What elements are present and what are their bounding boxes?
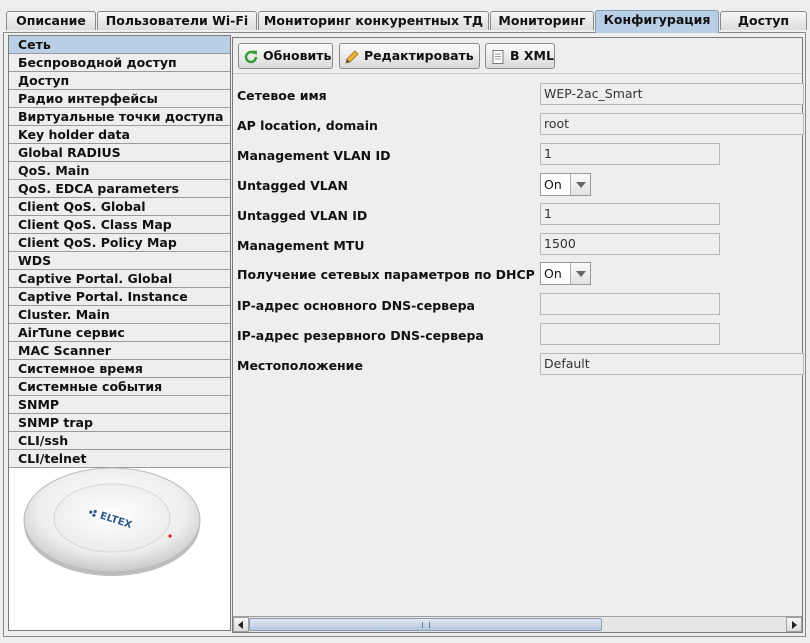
location-label: Местоположение bbox=[237, 358, 363, 373]
tab-wifi-users[interactable]: Пользователи Wi-Fi bbox=[97, 11, 257, 30]
access-point-illustration: ELTEX bbox=[23, 467, 201, 576]
network-settings-panel: Обновить Редактировать В XML Сетевое имя… bbox=[232, 37, 804, 633]
primary-dns-field[interactable] bbox=[540, 293, 720, 315]
tab-description[interactable]: Описание bbox=[6, 11, 96, 30]
tab-competitor-monitoring[interactable]: Мониторинг конкурентных ТД bbox=[258, 11, 489, 30]
sidebar-item-cluster-main[interactable]: Cluster. Main bbox=[9, 306, 230, 324]
sidebar-item-captive-portal-instance[interactable]: Captive Portal. Instance bbox=[9, 288, 230, 306]
refresh-button[interactable]: Обновить bbox=[238, 43, 333, 69]
untagged-vlan-label: Untagged VLAN bbox=[237, 178, 348, 193]
scroll-right-icon[interactable] bbox=[786, 617, 802, 632]
chevron-down-icon[interactable] bbox=[570, 263, 590, 284]
sidebar-item-access[interactable]: Доступ bbox=[9, 72, 230, 90]
network-name-label: Сетевое имя bbox=[237, 88, 327, 103]
toolbar: Обновить Редактировать В XML bbox=[233, 38, 802, 74]
tab-access[interactable]: Доступ bbox=[720, 11, 807, 30]
untagged-vlan-id-field[interactable]: 1 bbox=[540, 203, 720, 225]
sidebar-item-mac-scanner[interactable]: MAC Scanner bbox=[9, 342, 230, 360]
scroll-left-icon[interactable] bbox=[233, 617, 249, 632]
network-name-field[interactable]: WEP-2ac_Smart bbox=[540, 83, 804, 105]
sidebar-item-captive-portal-global[interactable]: Captive Portal. Global bbox=[9, 270, 230, 288]
mgmt-mtu-field[interactable]: 1500 bbox=[540, 233, 720, 255]
location-field[interactable]: Default bbox=[540, 353, 804, 375]
horizontal-scrollbar[interactable] bbox=[233, 616, 802, 632]
secondary-dns-field[interactable] bbox=[540, 323, 720, 345]
refresh-label: Обновить bbox=[263, 48, 332, 63]
sidebar-item-airtune[interactable]: AirTune сервис bbox=[9, 324, 230, 342]
grip-icon bbox=[422, 622, 430, 628]
secondary-dns-label: IP-адрес резервного DNS-сервера bbox=[237, 328, 484, 343]
sidebar-item-wireless-access[interactable]: Беспроводной доступ bbox=[9, 54, 230, 72]
status-led bbox=[168, 534, 172, 538]
primary-dns-label: IP-адрес основного DNS-сервера bbox=[237, 298, 475, 313]
document-icon bbox=[492, 49, 504, 64]
ap-location-field[interactable]: root bbox=[540, 113, 804, 135]
sidebar-item-client-qos-policy-map[interactable]: Client QoS. Policy Map bbox=[9, 234, 230, 252]
sidebar-item-system-time[interactable]: Системное время bbox=[9, 360, 230, 378]
pencil-icon bbox=[345, 49, 359, 64]
sidebar-item-virtual-aps[interactable]: Виртуальные точки доступа bbox=[9, 108, 230, 126]
xml-label: В XML bbox=[510, 48, 554, 63]
untagged-vlan-id-label: Untagged VLAN ID bbox=[237, 208, 368, 223]
dhcp-label: Получение сетевых параметров по DHCP bbox=[237, 267, 535, 282]
ap-location-label: AP location, domain bbox=[237, 118, 378, 133]
dhcp-select[interactable]: On bbox=[540, 262, 591, 285]
mgmt-mtu-label: Management MTU bbox=[237, 238, 365, 253]
tab-configuration[interactable]: Конфигурация bbox=[595, 10, 719, 33]
edit-label: Редактировать bbox=[364, 48, 474, 63]
edit-button[interactable]: Редактировать bbox=[339, 43, 480, 69]
refresh-icon bbox=[244, 50, 258, 63]
sidebar-item-key-holder[interactable]: Key holder data bbox=[9, 126, 230, 144]
untagged-vlan-value: On bbox=[544, 177, 562, 192]
device-image: ELTEX bbox=[22, 462, 202, 578]
dhcp-value: On bbox=[544, 266, 562, 281]
sidebar-item-radio-interfaces[interactable]: Радио интерфейсы bbox=[9, 90, 230, 108]
mgmt-vlan-id-label: Management VLAN ID bbox=[237, 148, 391, 163]
tab-bar: Описание Пользователи Wi-Fi Мониторинг к… bbox=[0, 0, 810, 33]
sidebar-item-network[interactable]: Сеть bbox=[9, 36, 230, 54]
mgmt-vlan-id-field[interactable]: 1 bbox=[540, 143, 720, 165]
scrollbar-thumb[interactable] bbox=[249, 618, 602, 631]
export-xml-button[interactable]: В XML bbox=[485, 43, 555, 69]
sidebar-item-system-events[interactable]: Системные события bbox=[9, 378, 230, 396]
sidebar-item-global-radius[interactable]: Global RADIUS bbox=[9, 144, 230, 162]
toolbar-separator bbox=[233, 73, 802, 74]
sidebar-item-snmp[interactable]: SNMP bbox=[9, 396, 230, 414]
sidebar-item-qos-edca[interactable]: QoS. EDCA parameters bbox=[9, 180, 230, 198]
sidebar-item-wds[interactable]: WDS bbox=[9, 252, 230, 270]
chevron-down-icon[interactable] bbox=[570, 174, 590, 195]
tab-monitoring[interactable]: Мониторинг bbox=[490, 11, 594, 30]
sidebar-item-client-qos-global[interactable]: Client QoS. Global bbox=[9, 198, 230, 216]
sidebar-item-cli-ssh[interactable]: CLI/ssh bbox=[9, 432, 230, 450]
untagged-vlan-select[interactable]: On bbox=[540, 173, 591, 196]
sidebar-item-client-qos-class-map[interactable]: Client QoS. Class Map bbox=[9, 216, 230, 234]
sidebar-item-qos-main[interactable]: QoS. Main bbox=[9, 162, 230, 180]
sidebar-item-snmp-trap[interactable]: SNMP trap bbox=[9, 414, 230, 432]
